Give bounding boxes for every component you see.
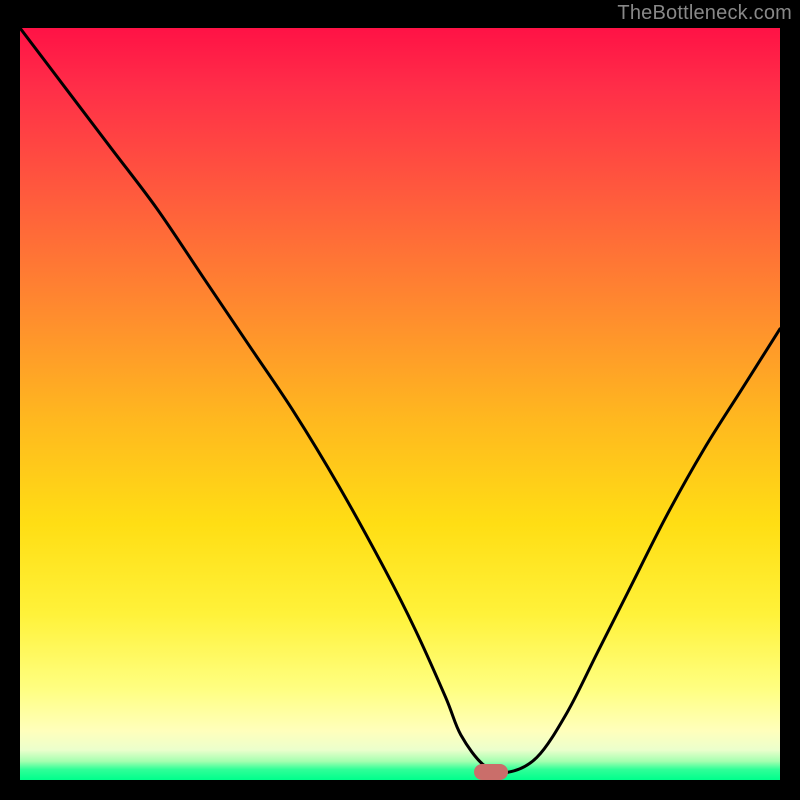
bottleneck-curve <box>20 28 780 780</box>
plot-area <box>20 28 780 780</box>
optimum-marker <box>474 764 508 780</box>
attribution-text: TheBottleneck.com <box>617 2 792 25</box>
chart-frame: TheBottleneck.com <box>0 0 800 800</box>
